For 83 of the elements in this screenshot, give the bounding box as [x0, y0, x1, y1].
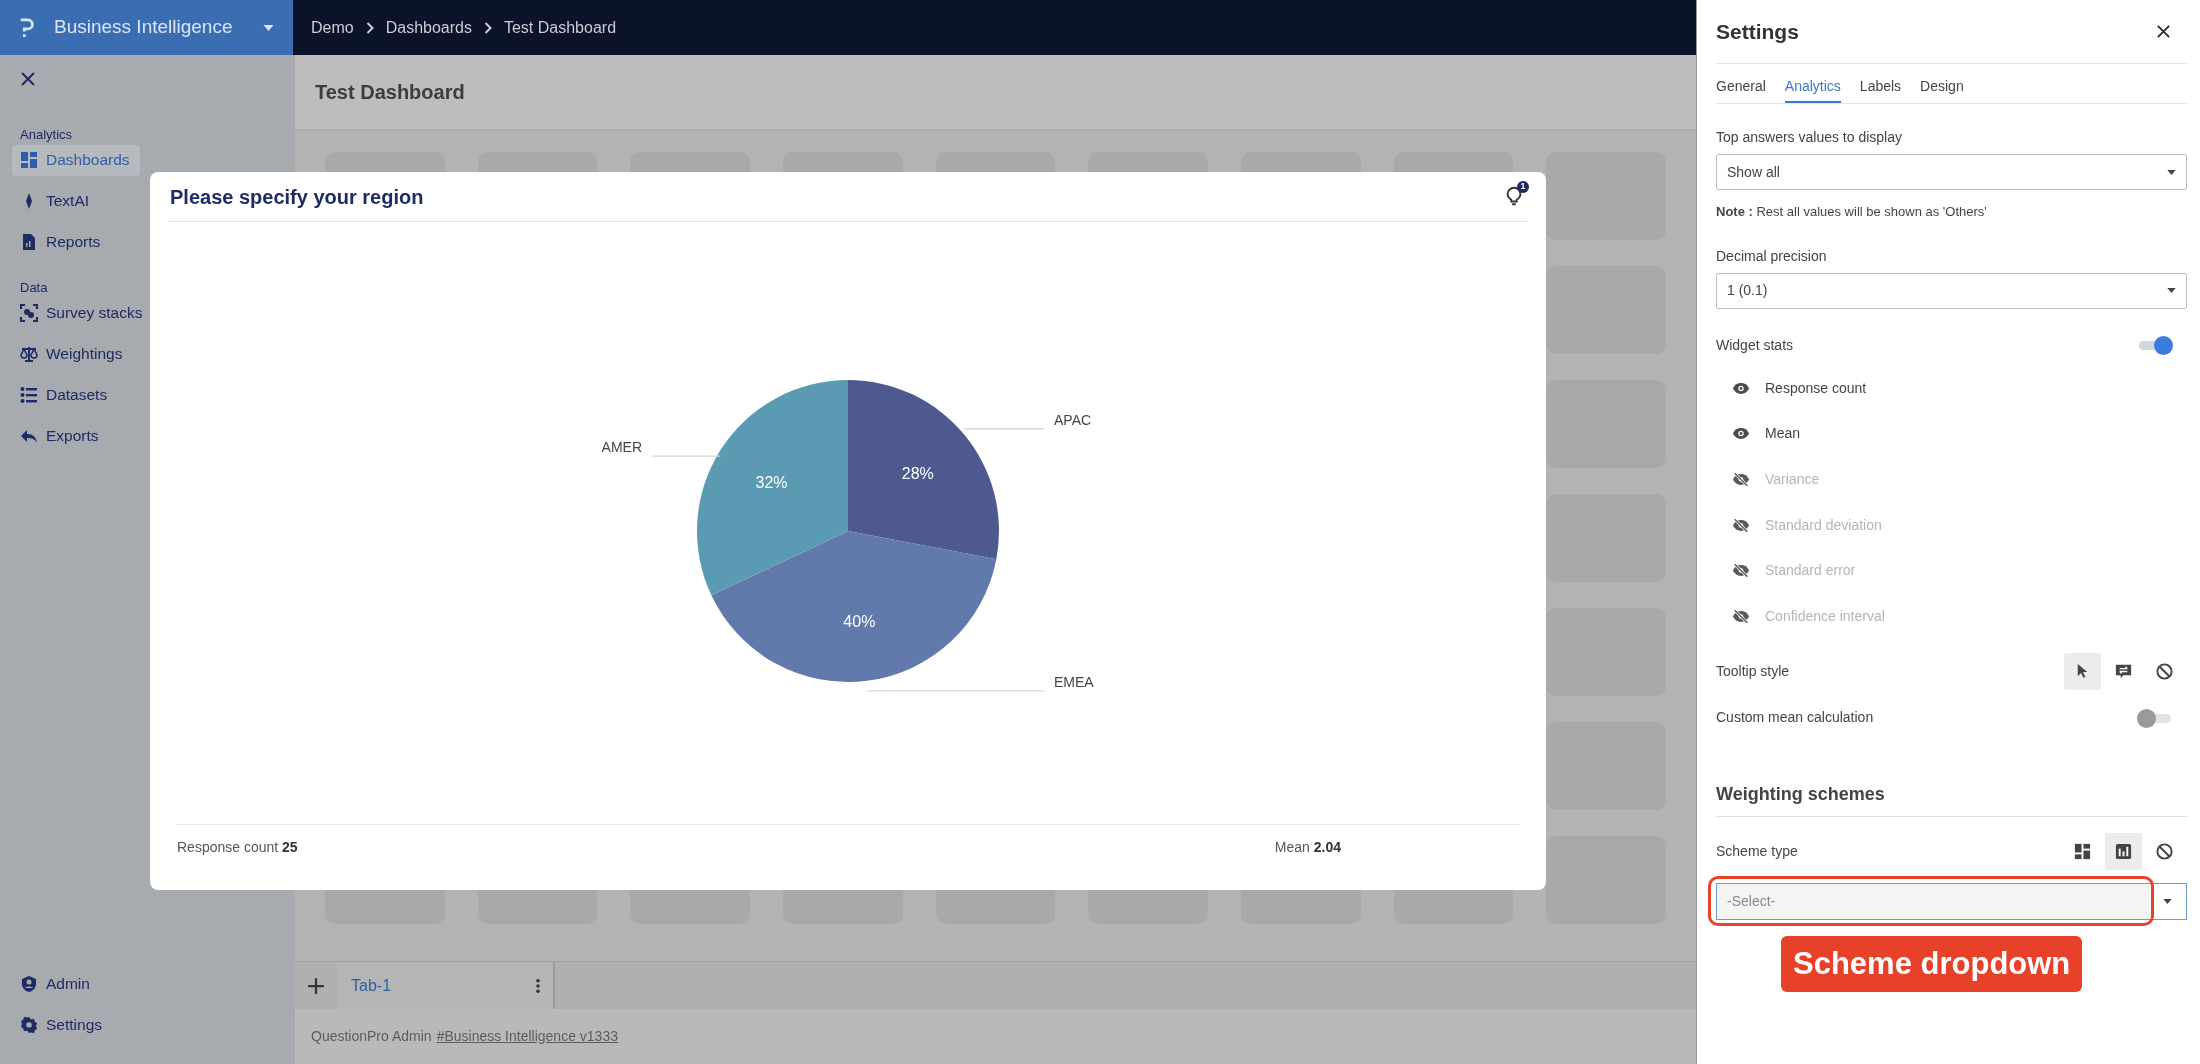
- sidebar-item[interactable]: Settings: [12, 1009, 104, 1040]
- widget-title: Please specify your region: [170, 184, 424, 210]
- settings-tab[interactable]: Design: [1920, 76, 1964, 103]
- slice-category-label: AMER: [601, 439, 642, 456]
- breadcrumb-link[interactable]: Dashboards: [385, 15, 472, 40]
- grid-icon: [20, 151, 38, 169]
- caret-down-icon: [2167, 169, 2176, 175]
- logo-icon: [18, 16, 36, 39]
- field-label: Top answers values to display: [1716, 128, 1903, 147]
- icon-toggle-button[interactable]: [2064, 653, 2101, 691]
- settings-tab[interactable]: Analytics: [1784, 76, 1841, 103]
- note-text: Note : Rest all values will be shown as 'Others': [1716, 203, 1988, 221]
- eye-slash-icon[interactable]: [1732, 608, 1750, 624]
- document-icon: [20, 233, 38, 251]
- annotation-label: Scheme dropdown: [1781, 936, 2083, 993]
- slice-percent-label: 32%: [755, 474, 788, 492]
- footer-text: QuestionPro Admin: [311, 1027, 432, 1046]
- slice-category-label: EMEA: [1054, 673, 1094, 690]
- field-label: Tooltip style: [1716, 662, 1790, 682]
- caret-down-icon: [2163, 899, 2172, 905]
- slice-category-label: APAC: [1054, 411, 1092, 428]
- breadcrumb-link[interactable]: Demo: [311, 15, 354, 40]
- sidebar-item[interactable]: Admin: [12, 968, 92, 999]
- leader-line: [651, 455, 722, 457]
- stat-option-label: Standard deviation: [1765, 515, 1882, 535]
- sidebar-item[interactable]: Dashboards: [12, 144, 140, 176]
- select-field[interactable]: -Select-: [1716, 883, 2187, 921]
- block-icon: [2155, 842, 2174, 862]
- chevron-right-icon: [365, 21, 374, 34]
- stat-option-label: Variance: [1765, 470, 1820, 489]
- shield-user-icon: [20, 974, 38, 993]
- more-vertical-icon[interactable]: [535, 977, 541, 994]
- scale-icon: [20, 344, 38, 363]
- app-title: Business Intelligence: [54, 15, 234, 40]
- sidebar-item[interactable]: TextAI: [12, 185, 92, 217]
- stat-option-label: Response count: [1765, 378, 1867, 398]
- caret-down-icon[interactable]: [262, 23, 275, 32]
- sidebar-item[interactable]: Reports: [12, 226, 103, 258]
- stat-option-label: Mean: [1765, 424, 1801, 444]
- field-label: Widget stats: [1716, 335, 1794, 355]
- panel-title: Settings: [1716, 18, 1799, 45]
- sidebar-item[interactable]: Survey stacks: [12, 297, 145, 328]
- settings-tab[interactable]: Labels: [1859, 76, 1902, 103]
- eye-icon[interactable]: [1732, 381, 1750, 395]
- field-label: Decimal precision: [1716, 246, 1828, 266]
- eye-icon[interactable]: [1732, 427, 1750, 441]
- slice-percent-label: 40%: [843, 612, 876, 630]
- sidebar-item[interactable]: Weightings: [12, 338, 125, 369]
- sidebar-item[interactable]: Datasets: [12, 379, 110, 410]
- stat-option-label: Standard error: [1765, 561, 1856, 581]
- icon-toggle-button[interactable]: [2105, 833, 2142, 871]
- section-label: Analytics: [19, 126, 74, 144]
- close-icon[interactable]: [20, 71, 36, 87]
- scan-icon: [20, 303, 38, 322]
- sidebar-item[interactable]: Exports: [12, 420, 101, 451]
- settings-icon: [20, 1015, 38, 1034]
- notification-badge: 1: [1517, 180, 1529, 193]
- section-label: Data: [19, 278, 49, 297]
- select-field[interactable]: 1 (0.1): [1716, 272, 2187, 309]
- chevron-right-icon: [483, 21, 492, 34]
- eye-slash-icon[interactable]: [1732, 472, 1750, 487]
- eye-slash-icon[interactable]: [1732, 563, 1750, 579]
- close-icon[interactable]: [2156, 24, 2171, 39]
- settings-tab[interactable]: General: [1716, 76, 1766, 103]
- field-label: Scheme type: [1716, 842, 1798, 862]
- block-icon: [2155, 662, 2174, 682]
- page-title: Test Dashboard: [315, 80, 465, 105]
- eye-slash-icon[interactable]: [1732, 517, 1750, 533]
- slice-percent-label: 28%: [901, 465, 934, 483]
- select-field[interactable]: Show all: [1716, 154, 2187, 190]
- bar-chart-icon: [2114, 842, 2133, 862]
- footer-link[interactable]: #Business Intelligence v1333: [436, 1026, 618, 1047]
- list-icon: [20, 385, 38, 404]
- toggle-switch[interactable]: [2137, 707, 2173, 728]
- stat-text: Mean 2.04: [1274, 838, 1341, 857]
- caret-down-icon: [2167, 288, 2176, 293]
- stat-text: Response count 25: [177, 838, 298, 857]
- plus-icon: [307, 976, 325, 995]
- field-label: Custom mean calculation: [1716, 708, 1874, 728]
- toggle-switch[interactable]: [2137, 335, 2173, 355]
- stat-option-label: Confidence interval: [1765, 606, 1885, 626]
- grid-icon: [2073, 842, 2092, 862]
- section-heading: Weighting schemes: [1716, 781, 2187, 818]
